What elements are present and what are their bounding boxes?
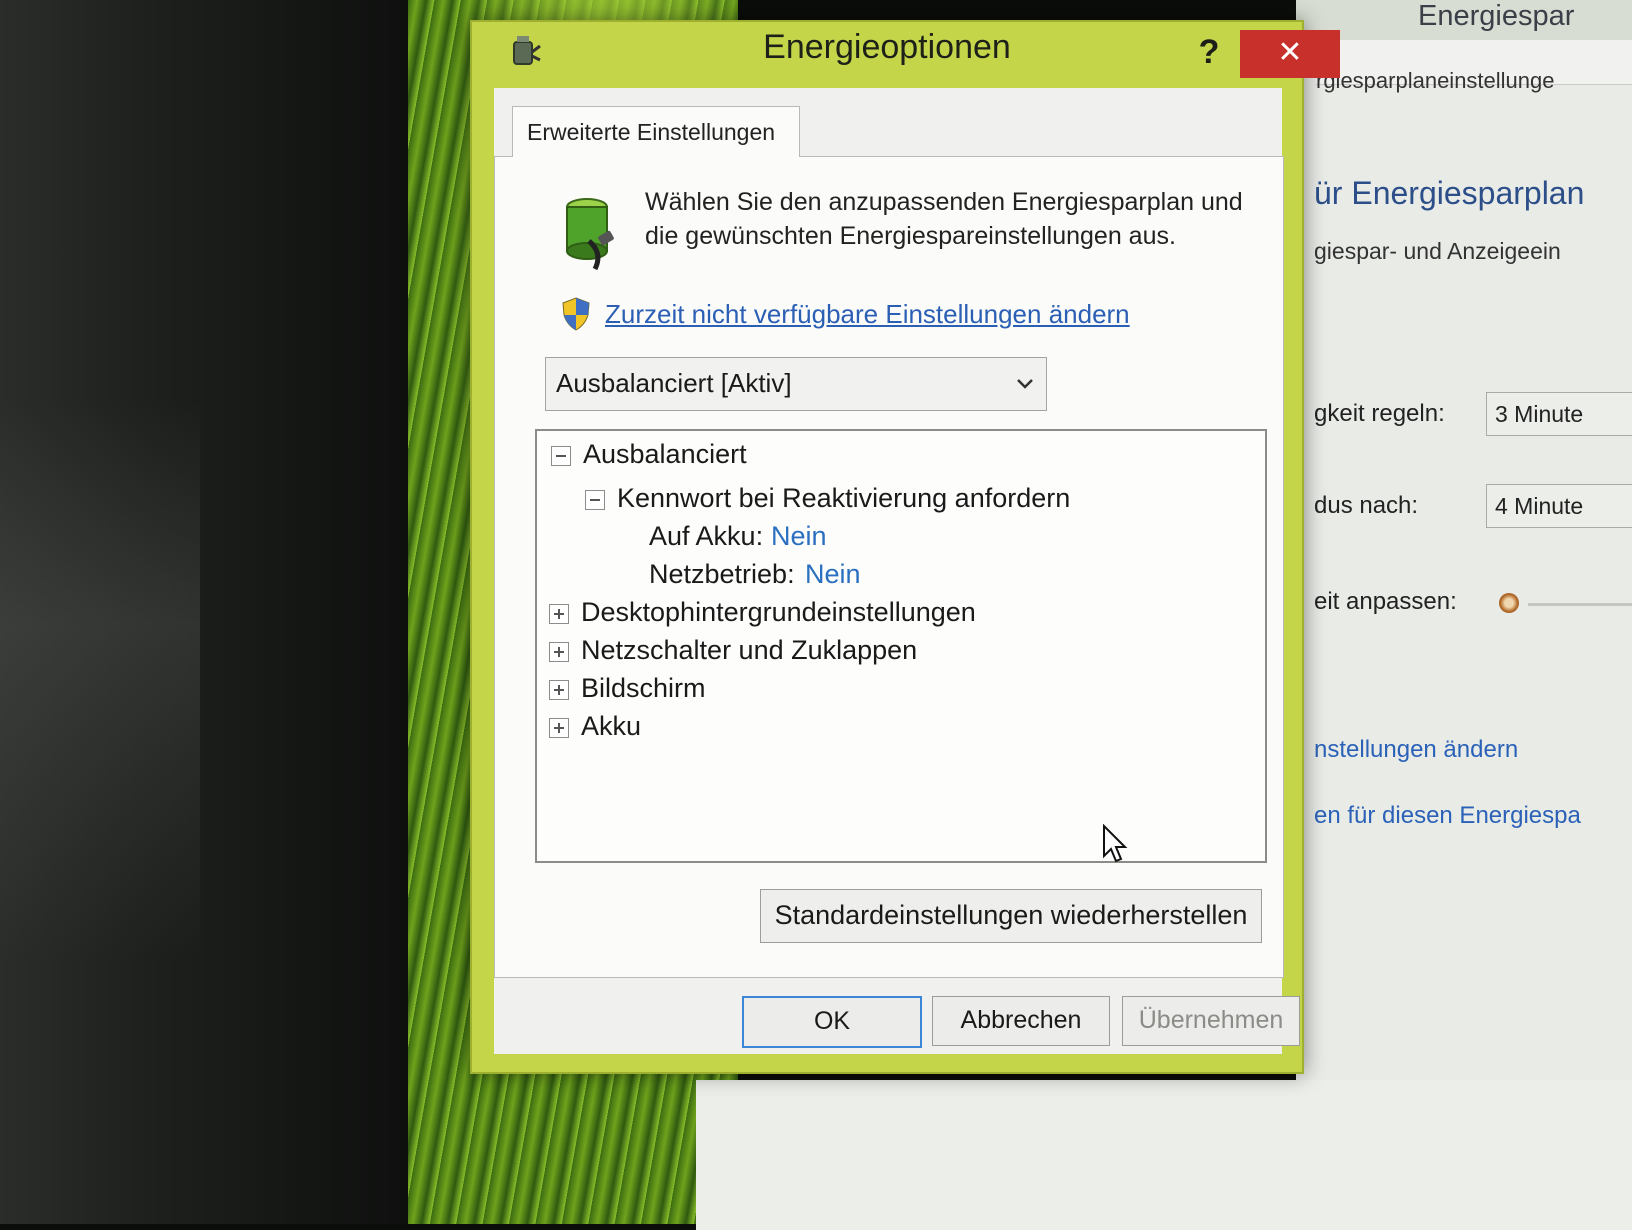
collapse-icon[interactable] [585, 490, 605, 510]
setting-key: Netzbetrieb: [649, 559, 795, 589]
background-link-plan-defaults[interactable]: en für diesen Energiespa [1314, 802, 1581, 830]
expand-icon[interactable] [549, 642, 569, 662]
brightness-slider-thumb[interactable] [1499, 593, 1519, 613]
background-window-title: Energiespar [1418, 0, 1575, 32]
sleep-timeout-select[interactable]: 4 Minute [1486, 484, 1632, 528]
background-link-change-settings[interactable]: nstellungen ändern [1314, 736, 1518, 764]
dialog-titlebar[interactable]: Energieoptionen ? ✕ [472, 22, 1340, 88]
power-plan-select-value: Ausbalanciert [Aktiv] [556, 368, 792, 398]
background-subheading: giespar- und Anzeigeein [1314, 238, 1561, 264]
sleep-timeout-value: 4 Minute [1495, 493, 1584, 519]
bezel-reflection [0, 400, 200, 960]
dialog-title: Energieoptionen [763, 28, 1011, 66]
brightness-timeout-label: gkeit regeln: [1314, 400, 1445, 427]
tab-label: Erweiterte Einstellungen [527, 119, 776, 145]
advanced-settings-panel: Wählen Sie den anzupassenden Energiespar… [494, 156, 1284, 978]
background-control-panel-window: Energiespar rgiesparplaneinstellunge ür … [1296, 0, 1632, 1224]
sleep-timeout-label: dus nach: [1314, 492, 1419, 519]
battery-plug-icon [566, 198, 614, 271]
brightness-timeout-select[interactable]: 3 Minute [1486, 392, 1632, 436]
mouse-pointer-icon [1103, 824, 1128, 863]
collapse-icon[interactable] [551, 446, 571, 466]
apply-button[interactable]: Übernehmen [1122, 996, 1300, 1046]
setting-value-link[interactable]: Nein [771, 521, 827, 552]
chevron-down-icon [1017, 379, 1033, 389]
uac-shield-icon [562, 297, 590, 331]
tree-node-label: Bildschirm [581, 673, 706, 703]
change-unavailable-settings-link[interactable]: Zurzeit nicht verfügbare Einstellungen ä… [605, 299, 1130, 330]
dialog-client-area: Erweiterte Einstellungen Wählen Sie den … [494, 88, 1300, 1054]
restore-defaults-button[interactable]: Standardeinstellungen wiederherstellen [760, 889, 1262, 943]
brightness-timeout-value: 3 Minute [1495, 401, 1584, 427]
brightness-adjust-label: eit anpassen: [1314, 588, 1457, 615]
power-options-dialog: Energieoptionen ? ✕ Erweiterte Einstellu… [470, 20, 1340, 1074]
help-button[interactable]: ? [1184, 28, 1234, 78]
tree-node-label: Ausbalanciert [583, 439, 747, 469]
tree-node-label: Kennwort bei Reaktivierung anfordern [617, 483, 1071, 513]
expand-icon[interactable] [549, 604, 569, 624]
background-address-text: rgiesparplaneinstellunge [1316, 68, 1555, 93]
tree-node-label: Netzschalter und Zuklappen [581, 635, 918, 665]
close-button[interactable]: ✕ [1240, 30, 1340, 78]
background-window-lower-panel [696, 1080, 1632, 1230]
expand-icon[interactable] [549, 680, 569, 700]
ok-button[interactable]: OK [742, 996, 922, 1048]
cancel-button[interactable]: Abbrechen [932, 996, 1110, 1046]
setting-value-link[interactable]: Nein [805, 559, 861, 590]
background-heading: ür Energiesparplan [1314, 175, 1585, 211]
tree-node-label: Akku [581, 711, 642, 741]
brightness-slider-track[interactable] [1528, 603, 1632, 606]
power-plan-select[interactable]: Ausbalanciert [Aktiv] [545, 357, 1047, 411]
intro-text: Wählen Sie den anzupassenden Energiespar… [645, 188, 1243, 250]
setting-key: Auf Akku: [649, 521, 764, 551]
expand-icon[interactable] [549, 718, 569, 738]
tab-advanced-settings[interactable]: Erweiterte Einstellungen [512, 106, 800, 157]
tree-node-label: Desktophintergrundeinstellungen [581, 597, 976, 627]
settings-tree[interactable]: Ausbalanciert Kennwort bei Reaktivierung… [535, 429, 1267, 863]
